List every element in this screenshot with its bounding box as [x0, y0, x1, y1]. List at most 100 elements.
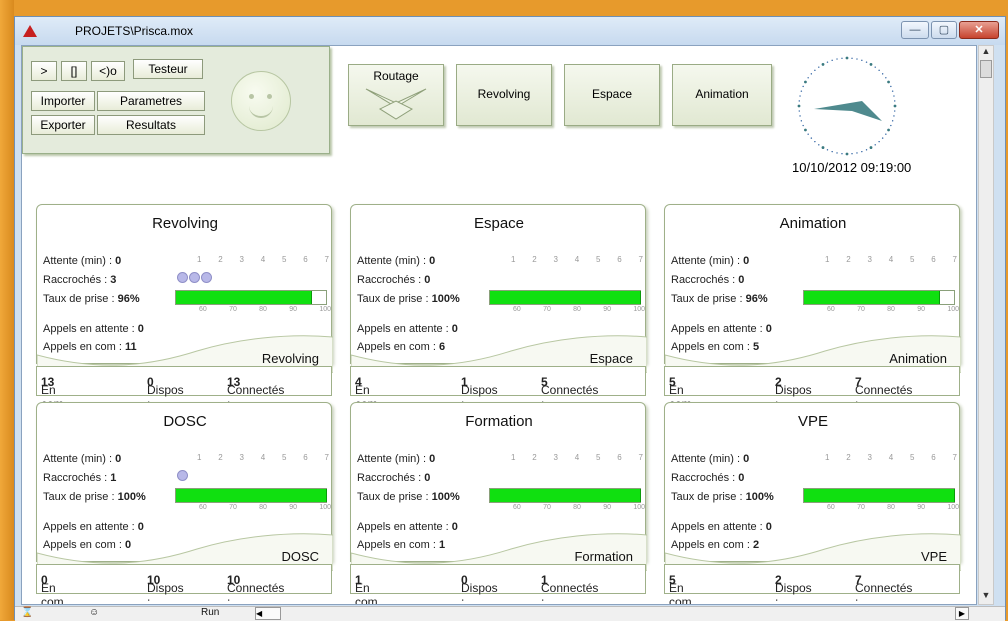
taux-scale: 60 70 80 90 100	[199, 504, 331, 511]
scale-tick: 1	[511, 453, 516, 462]
taux-value: 100%	[431, 491, 460, 503]
clock-tick	[810, 137, 813, 139]
card-footer: En com : 5 Dispos : 2 Connectés : 7	[664, 564, 960, 604]
exporter-button[interactable]: Exporter	[31, 115, 95, 135]
bar-scale-tick: 70	[229, 504, 237, 511]
scale-tick: 5	[910, 255, 915, 264]
hscroll-right-arrow[interactable]: ▶	[955, 607, 969, 620]
bar-scale-tick: 70	[229, 306, 237, 313]
bar-scale-tick: 100	[947, 504, 959, 511]
taux-label: Taux de prise :	[43, 293, 115, 305]
card-title: Formation	[465, 413, 533, 430]
clock-tick	[800, 90, 803, 92]
scale-tick: 6	[931, 255, 936, 264]
sound-button[interactable]: <)o	[91, 61, 125, 81]
clock-tick	[865, 149, 868, 151]
dispos: Dispos : 2	[775, 573, 812, 604]
taux-row: Taux de prise : 100%	[357, 293, 460, 305]
maximize-button[interactable]: ▢	[931, 21, 957, 39]
dispos-label: Dispos :	[147, 581, 184, 605]
clock-tick	[874, 144, 876, 146]
raccroches-row: Raccrochés : 1	[43, 472, 116, 484]
taux-bar-fill	[176, 489, 327, 502]
testeur-button[interactable]: Testeur	[133, 59, 203, 79]
vertical-scrollbar[interactable]: ▲ ▼	[978, 45, 994, 605]
scale-tick: 2	[532, 255, 537, 264]
bar-scale-tick: 70	[857, 504, 865, 511]
scale-tick: 6	[303, 453, 308, 462]
taux-bar-fill	[804, 291, 940, 304]
en-com: En com : 0	[41, 573, 64, 604]
scale-tick: 6	[303, 255, 308, 264]
taux-row: Taux de prise : 100%	[357, 491, 460, 503]
bar-scale-tick: 70	[543, 504, 551, 511]
clock-tick	[845, 152, 849, 156]
en-com-label: En com :	[355, 581, 378, 605]
desktop-edge	[0, 0, 14, 620]
routage-button[interactable]: Routage	[348, 64, 444, 126]
taux-bar-fill	[490, 489, 641, 502]
parametres-button[interactable]: Parametres	[97, 91, 205, 111]
attente-row: Attente (min) : 0	[671, 453, 749, 465]
importer-button[interactable]: Importer	[31, 91, 95, 111]
card-footer: En com : 0 Dispos : 10 Connectés : 10	[36, 564, 332, 604]
raccroches-value: 0	[424, 472, 431, 484]
clock-tick	[878, 140, 880, 143]
taux-bar	[803, 290, 955, 305]
en-com-label: En com :	[669, 581, 692, 605]
queue-card-formation: Formation Attente (min) : 0 1 2 3 4 5 6 7 Racc…	[350, 402, 647, 604]
taux-label: Taux de prise :	[671, 491, 743, 503]
queue-card-dosc: DOSC Attente (min) : 0 1 2 3 4 5 6 7 Raccroché…	[36, 402, 333, 604]
bar-scale-tick: 60	[199, 306, 207, 313]
connectes: Connectés : 10	[227, 573, 284, 604]
en-com: En com : 13	[41, 375, 64, 425]
clock-tick	[814, 69, 816, 72]
taux-value: 96%	[117, 293, 140, 305]
animation-nav-button[interactable]: Animation	[672, 64, 772, 126]
connectes-label: Connectés :	[541, 581, 599, 605]
taux-row: Taux de prise : 100%	[671, 491, 774, 503]
minimize-button[interactable]: —	[901, 21, 929, 39]
hangup-face-icon	[189, 272, 200, 283]
attente-row: Attente (min) : 0	[43, 255, 121, 267]
scale-tick: 7	[324, 255, 329, 264]
bar-scale-tick: 70	[857, 306, 865, 313]
scale-tick: 5	[910, 453, 915, 462]
clock-tick	[802, 124, 804, 127]
taux-scale: 60 70 80 90 100	[827, 306, 959, 313]
revolving-nav-button[interactable]: Revolving	[456, 64, 552, 126]
hscroll-left-arrow[interactable]: ◀	[255, 607, 281, 620]
clock-tick	[890, 124, 892, 127]
bar-scale-tick: 80	[259, 504, 267, 511]
raccroches-label: Raccrochés :	[43, 274, 108, 286]
scale-tick: 2	[846, 453, 851, 462]
play-button[interactable]: >	[31, 61, 57, 81]
queue-card-espace: Espace Attente (min) : 0 1 2 3 4 5 6 7 Raccroc…	[350, 204, 647, 425]
raccroches-row: Raccrochés : 0	[357, 472, 430, 484]
scroll-thumb[interactable]	[980, 60, 992, 78]
stop-button[interactable]: []	[61, 61, 87, 81]
card-title: Espace	[473, 215, 525, 232]
raccroches-label: Raccrochés :	[671, 472, 736, 484]
card-top: Espace Attente (min) : 0 1 2 3 4 5 6 7 Raccroc…	[350, 204, 647, 373]
resultats-button[interactable]: Resultats	[97, 115, 205, 135]
clock-tick	[802, 85, 804, 88]
clock-tick	[851, 57, 853, 59]
dispos: Dispos : 10	[147, 573, 184, 604]
attente-value: 0	[429, 255, 436, 267]
analog-clock-icon	[797, 56, 897, 156]
clock-tick	[874, 66, 876, 68]
bar-scale-tick: 90	[289, 504, 298, 511]
espace-nav-label: Espace	[591, 87, 633, 101]
clock-tick	[885, 133, 887, 135]
espace-nav-button[interactable]: Espace	[564, 64, 660, 126]
attente-scale: 1 2 3 4 5 6 7	[197, 255, 329, 264]
card-top: VPE Attente (min) : 0 1 2 3 4 5 6 7 Raccrochés…	[664, 402, 961, 571]
close-button[interactable]: ✕	[959, 21, 999, 39]
en-com: En com : 5	[669, 573, 692, 604]
clock-tick	[818, 66, 820, 68]
scale-tick: 7	[638, 453, 643, 462]
attente-scale: 1 2 3 4 5 6 7	[511, 453, 643, 462]
smiley-status-icon: ☺	[89, 607, 100, 618]
bar-scale-tick: 60	[513, 504, 521, 511]
